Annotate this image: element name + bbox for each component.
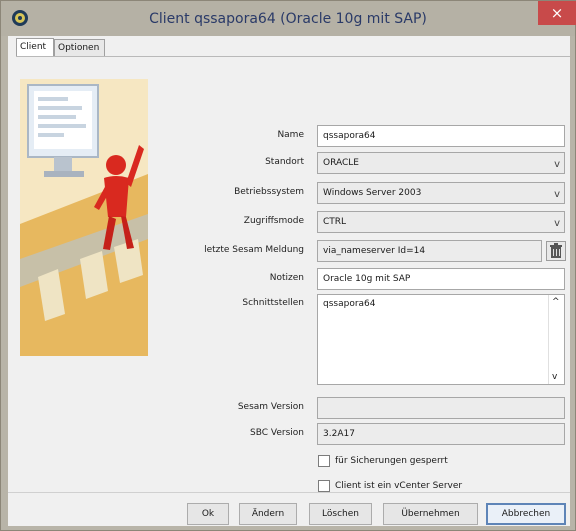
gesperrt-checkbox-row[interactable]: für Sicherungen gesperrt (318, 455, 448, 467)
schnittstellen-textarea[interactable]: qssapora64 ^ v (317, 294, 565, 385)
standort-label: Standort (265, 157, 304, 167)
scroll-up-icon[interactable]: ^ (552, 297, 560, 307)
schnittstellen-scrollbar[interactable]: ^ v (548, 295, 564, 384)
betriebssystem-select[interactable]: Windows Server 2003 v (317, 182, 565, 204)
uebernehmen-button[interactable]: Übernehmen (383, 503, 478, 525)
standort-value: ORACLE (323, 158, 359, 168)
chevron-down-icon: v (554, 159, 560, 170)
sesam-illustration (20, 79, 148, 356)
loeschen-button[interactable]: Löschen (309, 503, 372, 525)
gesperrt-checkbox-label: für Sicherungen gesperrt (335, 456, 448, 466)
gesperrt-checkbox[interactable] (318, 455, 330, 467)
notizen-label: Notizen (269, 273, 304, 283)
vcenter-checkbox-label: Client ist ein vCenter Server (335, 481, 463, 491)
standort-select[interactable]: ORACLE v (317, 152, 565, 174)
title-bar[interactable]: Client qssapora64 (Oracle 10g mit SAP) × (1, 1, 576, 36)
dialog-body: Client Optionen Name qssapora64 Standort… (8, 36, 570, 526)
chevron-down-icon: v (554, 218, 560, 229)
scroll-down-icon[interactable]: v (552, 372, 557, 382)
betriebssystem-value: Windows Server 2003 (323, 188, 422, 198)
letzte-meldung-label: letzte Sesam Meldung (204, 245, 304, 255)
aendern-button[interactable]: Ändern (239, 503, 297, 525)
abbrechen-button[interactable]: Abbrechen (486, 503, 566, 525)
tab-optionen[interactable]: Optionen (54, 39, 105, 56)
button-bar: Ok Ändern Löschen Übernehmen Abbrechen (8, 492, 570, 526)
vcenter-checkbox-row[interactable]: Client ist ein vCenter Server (318, 480, 462, 492)
illustration-graphic (20, 79, 148, 356)
name-label: Name (277, 130, 304, 140)
dialog-window: Client qssapora64 (Oracle 10g mit SAP) ×… (0, 0, 576, 531)
delete-message-button[interactable] (546, 241, 566, 261)
window-title: Client qssapora64 (Oracle 10g mit SAP) (149, 11, 427, 27)
sesam-version-field[interactable] (317, 397, 565, 419)
schnittstellen-value: qssapora64 (323, 299, 376, 309)
zugriffsmode-label: Zugriffsmode (243, 216, 304, 226)
zugriffsmode-select[interactable]: CTRL v (317, 211, 565, 233)
schnittstellen-label: Schnittstellen (242, 298, 304, 308)
sesam-version-label: Sesam Version (237, 402, 304, 412)
letzte-meldung-field[interactable]: via_nameserver Id=14 (317, 240, 542, 262)
trash-icon (550, 243, 562, 258)
close-button[interactable]: × (538, 1, 576, 25)
sbc-version-label: SBC Version (250, 428, 304, 438)
vcenter-checkbox[interactable] (318, 480, 330, 492)
name-field[interactable]: qssapora64 (317, 125, 565, 147)
ok-button[interactable]: Ok (187, 503, 229, 525)
betriebssystem-label: Betriebssystem (234, 187, 304, 197)
notizen-field[interactable]: Oracle 10g mit SAP (317, 268, 565, 290)
sbc-version-field[interactable]: 3.2A17 (317, 423, 565, 445)
zugriffsmode-value: CTRL (323, 217, 347, 227)
chevron-down-icon: v (554, 189, 560, 200)
tab-client[interactable]: Client (16, 38, 54, 57)
